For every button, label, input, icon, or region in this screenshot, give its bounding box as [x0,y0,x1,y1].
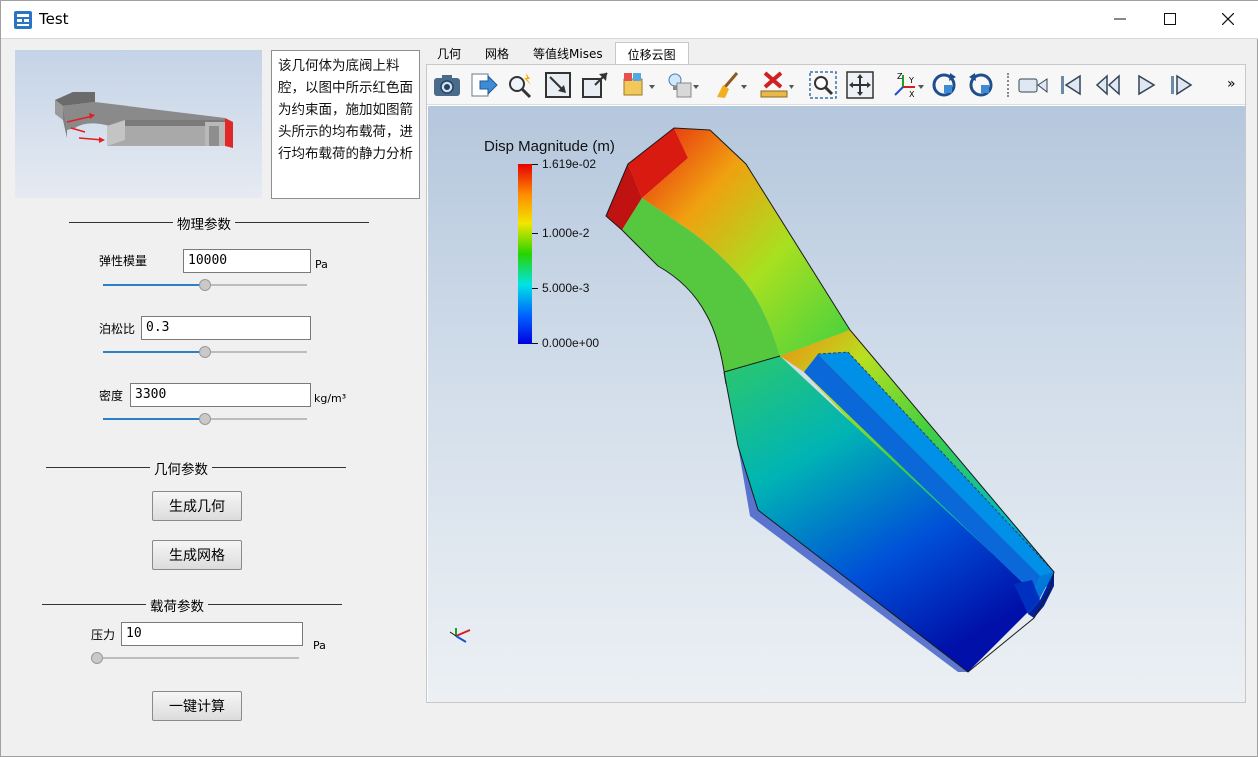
light-icon[interactable] [665,70,701,100]
move-icon[interactable] [845,70,875,100]
toolbar-separator [1007,73,1009,97]
compute-button[interactable]: 一键计算 [152,691,242,721]
generate-geometry-button[interactable]: 生成几何 [152,491,242,521]
geometry-preview-image [15,50,262,198]
density-input[interactable]: 3300 [130,383,311,407]
play-icon[interactable] [1131,70,1161,100]
group-title-physical: 物理参数 [173,213,235,233]
density-slider[interactable] [103,413,307,425]
group-title-geometry: 几何参数 [150,458,212,478]
camera-icon[interactable] [432,70,462,100]
view-panel: 几何 网格 等值线Mises 位移云图 Z Y X » Disp Magnitu… [425,39,1258,757]
elastic-modulus-unit: Pa [315,258,328,271]
tab-displacement[interactable]: 位移云图 [614,42,689,64]
generate-mesh-button[interactable]: 生成网格 [152,540,242,570]
close-icon [1222,13,1234,25]
title-bar: Test [1,1,1258,39]
last-frame-icon[interactable] [1167,70,1197,100]
pressure-label: 压力 [91,628,116,642]
zoom-box-icon[interactable] [808,70,838,100]
svg-text:X: X [909,90,915,99]
camera-record-icon[interactable] [1018,70,1048,100]
maximize-icon [1164,13,1176,25]
poisson-slider[interactable] [103,346,307,358]
poisson-label: 泊松比 [99,322,136,336]
tab-mises-contour[interactable]: 等值线Mises [521,42,615,64]
rotate-ccw-icon[interactable] [966,70,996,100]
magic-zoom-icon[interactable] [505,70,535,100]
selection-icon[interactable] [621,70,657,100]
parameter-panel: 该几何体为底阀上料腔，以图中所示红色面为约束面，施加如图箭头所示的均布载荷，进行… [1,39,425,757]
app-window: Test 该几何体为底阀上料腔，以图中所示红色面为约束面，施加如图箭头所示的均布… [0,0,1258,757]
axis-triad [449,628,471,643]
svg-text:Z: Z [897,72,903,81]
tab-geometry[interactable]: 几何 [425,42,473,64]
slider-handle[interactable] [199,279,211,291]
pressure-input[interactable]: 10 [121,622,303,646]
pressure-slider[interactable] [91,652,299,664]
window-title: Test [39,10,69,28]
elastic-modulus-slider[interactable] [103,279,307,291]
poisson-input[interactable]: 0.3 [141,316,311,340]
view-tabs: 几何 网格 等值线Mises 位移云图 [425,42,689,66]
rotate-cw-icon[interactable] [929,70,959,100]
elastic-modulus-label: 弹性模量 [99,254,148,268]
pressure-unit: Pa [313,639,326,652]
first-frame-icon[interactable] [1055,70,1085,100]
displacement-model [449,127,1055,673]
export-icon[interactable] [469,70,499,100]
slider-handle[interactable] [199,346,211,358]
slider-handle[interactable] [199,413,211,425]
delete-icon[interactable] [759,70,795,100]
minimize-icon [1114,18,1126,20]
clear-icon[interactable] [713,70,749,100]
maximize-button[interactable] [1147,1,1193,37]
density-unit: kg/m³ [314,392,347,405]
3d-viewport[interactable]: Disp Magnitude (m) 1.619e-02 1.000e-2 5.… [428,106,1245,702]
minimize-button[interactable] [1097,1,1143,37]
svg-text:Y: Y [908,76,914,85]
description-text: 该几何体为底阀上料腔，以图中所示红色面为约束面，施加如图箭头所示的均布载荷，进行… [271,50,420,199]
reset-view-icon[interactable] [543,70,573,100]
toolbar: ZYX » [427,65,1245,105]
axes-icon[interactable]: ZYX [889,70,925,100]
elastic-modulus-input[interactable]: 10000 [183,249,311,273]
displacement-pane: ZYX » Disp Magnitude (m) 1.619e-02 1.000… [426,64,1246,703]
app-icon [13,10,33,30]
fit-view-icon[interactable] [580,70,610,100]
group-title-load: 载荷参数 [146,595,208,615]
prev-frame-icon[interactable] [1093,70,1123,100]
density-label: 密度 [99,389,124,403]
close-button[interactable] [1205,1,1251,37]
toolbar-overflow-button[interactable]: » [1227,76,1236,92]
tab-mesh[interactable]: 网格 [473,42,521,64]
slider-handle[interactable] [91,652,103,664]
